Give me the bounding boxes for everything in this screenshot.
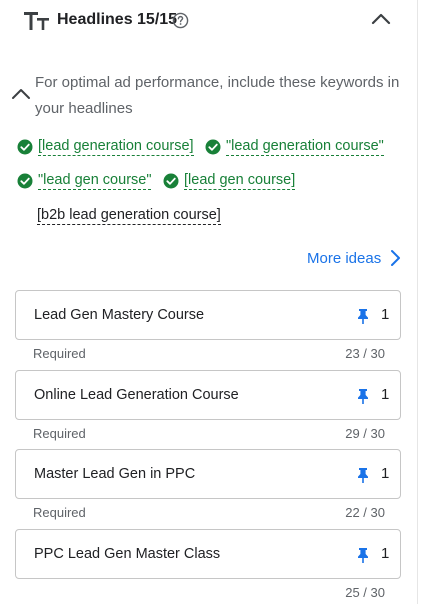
- headline-note: Required: [33, 505, 86, 520]
- check-circle-icon: [205, 139, 221, 155]
- check-circle-icon: [163, 173, 179, 189]
- check-circle-icon: [17, 139, 33, 155]
- headline-text: Lead Gen Mastery Course: [34, 307, 205, 323]
- headline-input[interactable]: Lead Gen Mastery Course 1: [15, 290, 401, 340]
- keyword-chip[interactable]: [b2b lead generation course]: [37, 207, 221, 225]
- pin-icon[interactable]: [356, 308, 370, 324]
- help-circle-icon[interactable]: [172, 12, 189, 29]
- keyword-text: "lead gen course": [38, 172, 152, 190]
- char-count: 22 / 30: [345, 505, 385, 520]
- panel-divider: [417, 0, 418, 604]
- pin-count: 1: [381, 386, 390, 403]
- headlines-header: Headlines 15/15: [0, 0, 417, 44]
- more-ideas-label: More ideas: [307, 249, 382, 267]
- pin-icon[interactable]: [356, 467, 370, 483]
- text-fields-icon: [24, 12, 49, 30]
- pin-count: 1: [381, 306, 390, 323]
- pin-count: 1: [381, 545, 390, 562]
- section-title: Headlines 15/15: [57, 11, 178, 28]
- pin-count: 1: [381, 465, 390, 482]
- char-count: 25 / 30: [345, 585, 385, 600]
- keyword-text: [b2b lead generation course]: [37, 207, 221, 225]
- headline-text: Master Lead Gen in PPC: [34, 466, 196, 482]
- check-circle-icon: [17, 173, 33, 189]
- keyword-chip[interactable]: [lead generation course]: [17, 138, 194, 156]
- char-count: 29 / 30: [345, 426, 385, 441]
- chevron-up-icon[interactable]: [368, 9, 394, 29]
- chevron-right-icon: [391, 250, 401, 266]
- keyword-tip-text: For optimal ad performance, include thes…: [35, 74, 400, 117]
- chevron-up-icon[interactable]: [10, 86, 32, 102]
- pin-icon[interactable]: [356, 547, 370, 563]
- headline-note: Required: [33, 426, 86, 441]
- keyword-text: [lead generation course]: [38, 138, 194, 156]
- char-count: 23 / 30: [345, 346, 385, 361]
- pin-icon[interactable]: [356, 388, 370, 404]
- headline-input[interactable]: Online Lead Generation Course 1: [15, 370, 401, 420]
- headline-text: Online Lead Generation Course: [34, 387, 239, 403]
- keyword-text: [lead gen course]: [184, 172, 296, 190]
- keyword-text: "lead generation course": [226, 138, 384, 156]
- keyword-chip[interactable]: "lead generation course": [205, 138, 384, 156]
- headline-input[interactable]: Master Lead Gen in PPC 1: [15, 449, 401, 499]
- headline-input[interactable]: PPC Lead Gen Master Class 1: [15, 529, 401, 579]
- headline-note: Required: [33, 346, 86, 361]
- keyword-chip[interactable]: [lead gen course]: [163, 172, 296, 190]
- headline-text: PPC Lead Gen Master Class: [34, 546, 221, 562]
- more-ideas-link[interactable]: More ideas: [307, 249, 402, 267]
- keyword-chip[interactable]: "lead gen course": [17, 172, 152, 190]
